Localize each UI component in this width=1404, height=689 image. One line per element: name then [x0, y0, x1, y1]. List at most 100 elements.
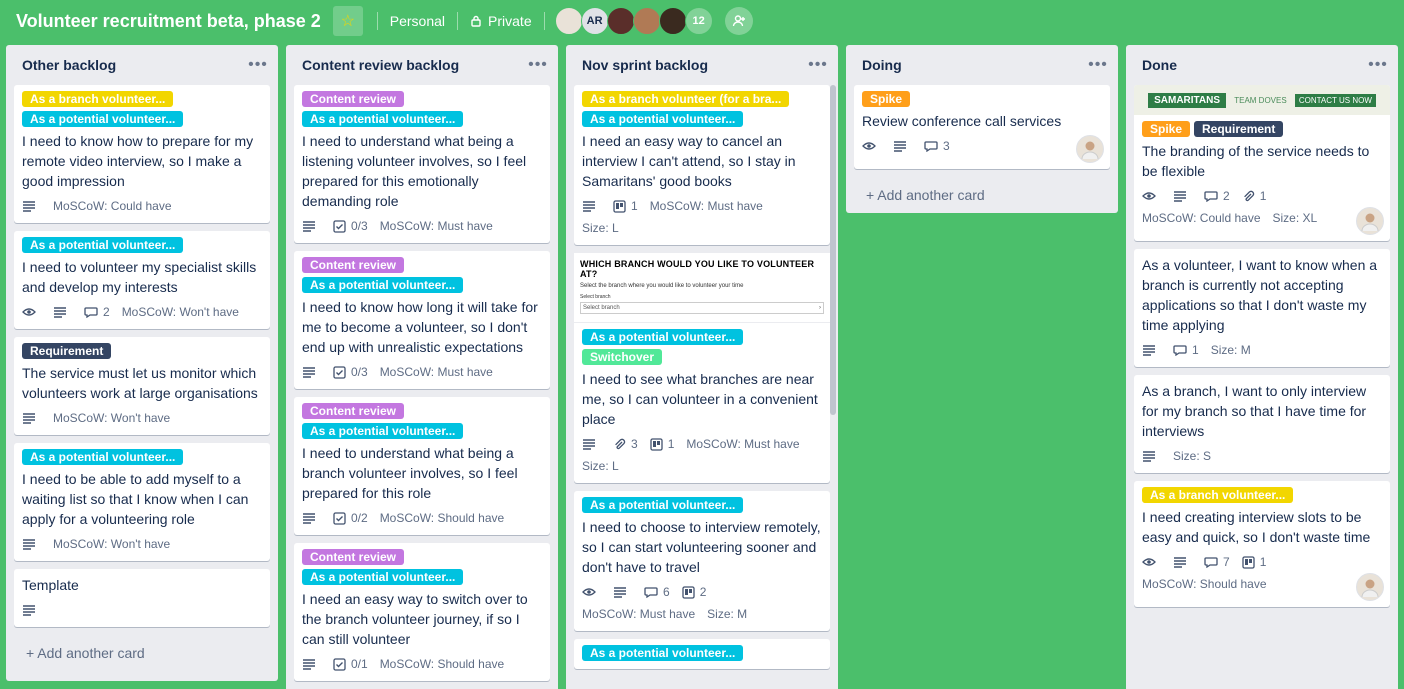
- card[interactable]: WHICH BRANCH WOULD YOU LIKE TO VOLUNTEER…: [574, 253, 830, 483]
- watch-badge: [582, 581, 601, 603]
- board-title[interactable]: Volunteer recruitment beta, phase 2: [16, 11, 321, 32]
- card[interactable]: As a branch, I want to only interview fo…: [1134, 375, 1390, 473]
- card-label[interactable]: As a potential volunteer...: [302, 569, 464, 585]
- card-label[interactable]: As a branch volunteer...: [1142, 487, 1294, 503]
- card-member-avatar[interactable]: [1356, 573, 1384, 601]
- card[interactable]: Template: [14, 569, 270, 627]
- avatar[interactable]: [632, 7, 661, 35]
- moscow-field: MoSCoW: Must have: [379, 219, 493, 233]
- card[interactable]: Content review As a potential volunteer..…: [294, 397, 550, 535]
- member-overflow-count[interactable]: 12: [684, 7, 713, 35]
- list-3[interactable]: Doing ••• Spike Review conference call serv…: [846, 45, 1118, 213]
- list-menu-icon[interactable]: •••: [1086, 56, 1110, 74]
- card-label[interactable]: Spike: [862, 91, 911, 107]
- card-labels: As a potential volunteer...: [22, 237, 262, 253]
- card-label[interactable]: As a potential volunteer...: [22, 111, 184, 127]
- card-title: The service must let us monitor which vo…: [22, 365, 258, 401]
- card[interactable]: Content review As a potential volunteer..…: [294, 251, 550, 389]
- card-label[interactable]: As a potential volunteer...: [582, 111, 744, 127]
- card[interactable]: Spike Review conference call services 3: [854, 85, 1110, 169]
- card[interactable]: As a potential volunteer... I need to vol…: [14, 231, 270, 329]
- card-label[interactable]: Content review: [302, 91, 405, 107]
- card[interactable]: As a branch volunteer... As a potential v…: [14, 85, 270, 223]
- description-badge: [22, 195, 41, 217]
- description-badge: [1142, 445, 1161, 467]
- add-card-button[interactable]: + Add another card: [854, 177, 1110, 213]
- avatar[interactable]: [606, 7, 635, 35]
- list-1[interactable]: Content review backlog ••• Content review A…: [286, 45, 558, 689]
- card[interactable]: As a potential volunteer...: [574, 639, 830, 669]
- add-card-button[interactable]: + Add another card: [14, 635, 270, 671]
- privacy-button[interactable]: Private: [462, 6, 540, 36]
- card-label[interactable]: Content review: [302, 257, 405, 273]
- card-label[interactable]: As a potential volunteer...: [22, 237, 184, 253]
- card-label[interactable]: As a potential volunteer...: [302, 111, 464, 127]
- attachment-icon: [1242, 190, 1255, 203]
- team-visibility-label: Personal: [389, 13, 446, 29]
- list-title[interactable]: Doing: [862, 57, 902, 73]
- list-0[interactable]: Other backlog ••• As a branch volunteer...…: [6, 45, 278, 681]
- card-label[interactable]: Requirement: [22, 343, 112, 359]
- list-2[interactable]: Nov sprint backlog ••• As a branch volunte…: [566, 45, 838, 689]
- card-label[interactable]: As a potential volunteer...: [582, 645, 744, 661]
- list-title[interactable]: Content review backlog: [302, 57, 459, 73]
- card-badges: Size: S: [1142, 445, 1382, 469]
- invite-button[interactable]: [724, 7, 753, 35]
- card-label[interactable]: As a branch volunteer (for a bra...: [582, 91, 790, 107]
- description-badge: [613, 581, 632, 603]
- card[interactable]: As a potential volunteer... I need to cho…: [574, 491, 830, 631]
- list-header: Doing •••: [846, 45, 1118, 85]
- card-label[interactable]: As a potential volunteer...: [582, 497, 744, 513]
- list-title[interactable]: Other backlog: [22, 57, 116, 73]
- card-label[interactable]: Content review: [302, 549, 405, 565]
- card-member-avatar[interactable]: [1076, 135, 1104, 163]
- list-4[interactable]: Done ••• SAMARITANS TEAM DOVES CONTACT US NO…: [1126, 45, 1398, 689]
- card[interactable]: Content review As a potential volunteer..…: [294, 85, 550, 243]
- card-list: Content review As a potential volunteer..…: [286, 85, 558, 681]
- moscow-field: MoSCoW: Must have: [686, 437, 800, 451]
- card-labels: As a potential volunteer...: [22, 449, 262, 465]
- list-title[interactable]: Nov sprint backlog: [582, 57, 708, 73]
- avatar[interactable]: AR: [580, 7, 609, 35]
- card-labels: Spike: [862, 91, 1102, 107]
- card[interactable]: As a branch volunteer (for a bra... As a …: [574, 85, 830, 245]
- card-cover-image: SAMARITANS TEAM DOVES CONTACT US NOW: [1134, 85, 1390, 115]
- comment-icon: [1204, 556, 1218, 568]
- description-icon: [302, 220, 316, 232]
- card-label[interactable]: Requirement: [1194, 121, 1284, 137]
- avatar[interactable]: [658, 7, 687, 35]
- checklist-icon: [333, 657, 346, 671]
- card-label[interactable]: Switchover: [582, 349, 663, 365]
- team-visibility-button[interactable]: Personal: [382, 6, 453, 36]
- card[interactable]: As a potential volunteer... I need to be …: [14, 443, 270, 561]
- card-label[interactable]: As a branch volunteer...: [22, 91, 174, 107]
- card[interactable]: Content review As a potential volunteer..…: [294, 543, 550, 681]
- description-badge: [582, 433, 601, 455]
- description-badge: [22, 599, 41, 621]
- cover-heading: WHICH BRANCH WOULD YOU LIKE TO VOLUNTEER…: [580, 259, 815, 279]
- card-labels: Content review As a potential volunteer..…: [302, 91, 542, 127]
- list-menu-icon[interactable]: •••: [806, 56, 830, 74]
- card[interactable]: As a branch volunteer... I need creating …: [1134, 481, 1390, 607]
- list-menu-icon[interactable]: •••: [246, 56, 270, 74]
- card-member-avatar[interactable]: [1356, 207, 1384, 235]
- card-label[interactable]: As a potential volunteer...: [302, 423, 464, 439]
- list-scrollbar[interactable]: [830, 85, 836, 415]
- card[interactable]: Requirement The service must let us monit…: [14, 337, 270, 435]
- star-button[interactable]: ☆: [332, 6, 363, 36]
- card-label[interactable]: As a potential volunteer...: [22, 449, 184, 465]
- list-title[interactable]: Done: [1142, 57, 1177, 73]
- card-label[interactable]: Spike: [1142, 121, 1191, 137]
- list-menu-icon[interactable]: •••: [526, 56, 550, 74]
- cover-subtitle: Select the branch where you would like t…: [580, 283, 744, 289]
- card-label[interactable]: As a potential volunteer...: [582, 329, 744, 345]
- list-menu-icon[interactable]: •••: [1366, 56, 1390, 74]
- avatar[interactable]: [554, 7, 583, 35]
- card-label[interactable]: Content review: [302, 403, 405, 419]
- description-badge: [53, 301, 72, 323]
- privacy-label: Private: [488, 13, 532, 29]
- card[interactable]: SAMARITANS TEAM DOVES CONTACT US NOW Spike R…: [1134, 85, 1390, 241]
- card-label[interactable]: As a potential volunteer...: [302, 277, 464, 293]
- size-field: Size: XL: [1272, 211, 1318, 225]
- card[interactable]: As a volunteer, I want to know when a br…: [1134, 249, 1390, 367]
